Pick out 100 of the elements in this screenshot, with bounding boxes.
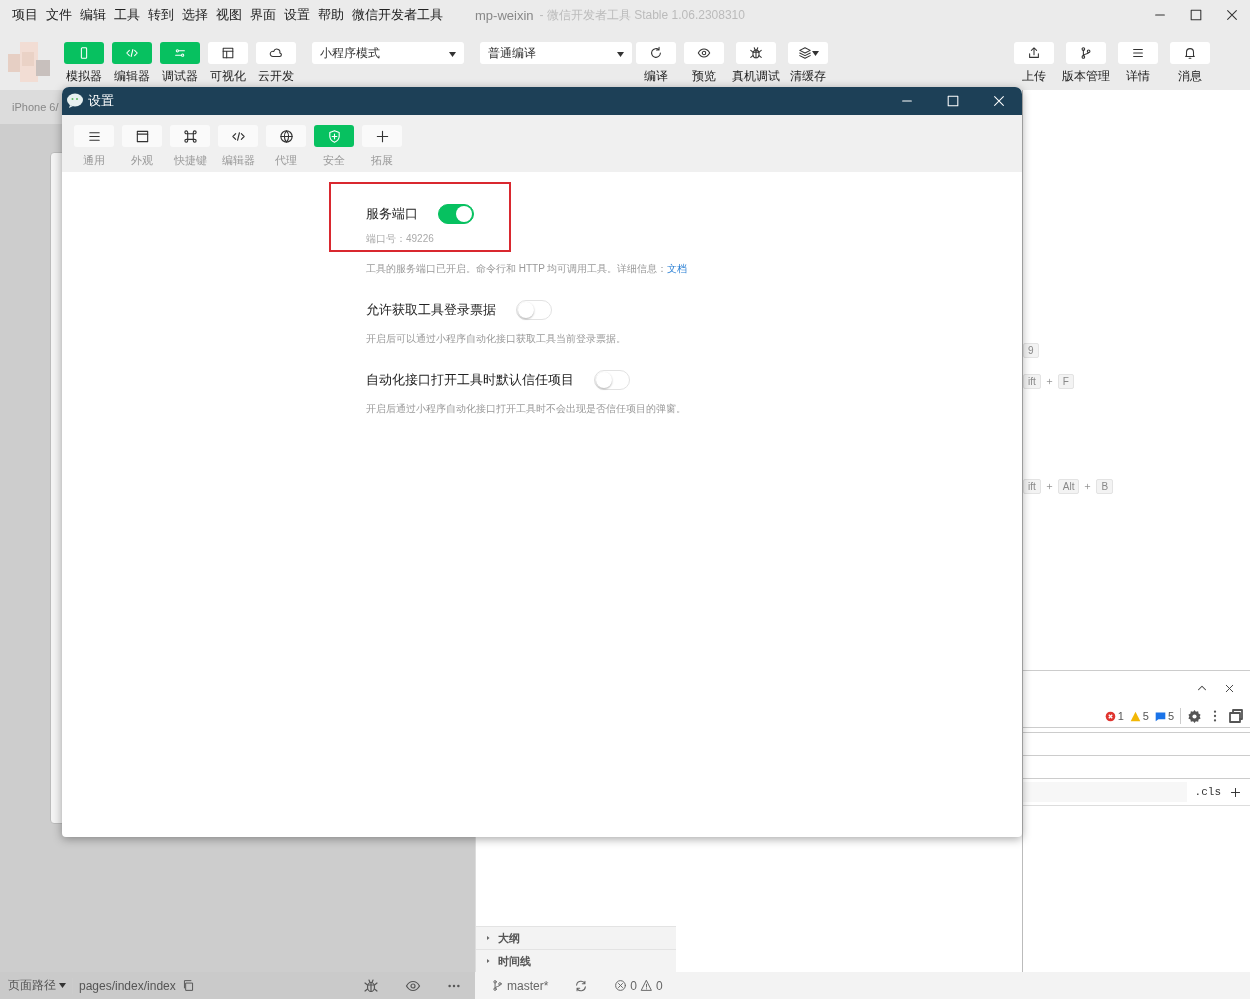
menu-item[interactable]: 帮助 bbox=[318, 6, 344, 24]
layout-toggle-button[interactable] bbox=[208, 42, 248, 64]
page-path: pages/index/index bbox=[79, 978, 176, 993]
close-icon bbox=[992, 94, 1006, 108]
bell-icon bbox=[1183, 46, 1197, 60]
branch-status[interactable]: master* bbox=[491, 978, 549, 993]
cloud-toggle-button[interactable] bbox=[256, 42, 296, 64]
sync-icon bbox=[574, 978, 589, 993]
menu-item[interactable]: 项目 bbox=[12, 6, 38, 24]
plus-icon bbox=[1044, 482, 1054, 491]
tool-label: 可视化 bbox=[210, 68, 246, 85]
window-icon bbox=[134, 128, 150, 144]
cls-toggle[interactable]: .cls bbox=[1194, 786, 1221, 798]
add-icon bbox=[1229, 785, 1242, 799]
maximize-icon bbox=[946, 94, 960, 108]
error-count[interactable]: 1 bbox=[1104, 710, 1124, 722]
maximize-icon bbox=[1189, 8, 1203, 22]
chat-bubble-icon bbox=[66, 93, 84, 109]
menu-item[interactable]: 界面 bbox=[250, 6, 276, 24]
command-icon bbox=[182, 128, 198, 144]
shortcut-key: ift bbox=[1023, 479, 1041, 494]
refresh-icon bbox=[649, 46, 663, 60]
option-label: 服务端口 bbox=[366, 205, 418, 223]
caret-icon bbox=[449, 52, 456, 57]
menu-item[interactable]: 选择 bbox=[182, 6, 208, 24]
problems-status[interactable]: 0 0 bbox=[614, 978, 663, 993]
panel-section-header[interactable]: 时间线 bbox=[476, 949, 676, 972]
warning-icon bbox=[640, 979, 654, 992]
bug-icon bbox=[363, 977, 379, 994]
tool-label: 云开发 bbox=[258, 68, 294, 85]
tool-label: 预览 bbox=[692, 68, 716, 85]
mode-select[interactable]: 小程序模式 bbox=[312, 42, 464, 64]
shortcut-key: B bbox=[1096, 479, 1114, 494]
upload-button[interactable] bbox=[1014, 42, 1054, 64]
sliders-icon bbox=[173, 46, 187, 60]
branch-icon bbox=[491, 979, 504, 992]
eye-icon bbox=[697, 46, 711, 60]
caret-icon bbox=[811, 50, 819, 56]
tool-label: 消息 bbox=[1178, 68, 1202, 85]
menu-item[interactable]: 编辑 bbox=[80, 6, 106, 24]
tool-label: 真机调试 bbox=[732, 68, 780, 85]
error-icon bbox=[1104, 710, 1116, 722]
warning-icon bbox=[1129, 710, 1141, 722]
docs-link[interactable]: 文档 bbox=[667, 263, 688, 274]
branch-button[interactable] bbox=[1066, 42, 1106, 64]
toggle-switch[interactable] bbox=[438, 204, 474, 224]
compile-select[interactable]: 普通编译 bbox=[480, 42, 632, 64]
option-description: 工具的服务端口已开启。命令行和 HTTP 均可调用工具。详细信息：文档 bbox=[366, 262, 689, 276]
warning-count[interactable]: 5 bbox=[1129, 710, 1149, 722]
menu-button[interactable] bbox=[1118, 42, 1158, 64]
shortcut-key: 9 bbox=[1023, 343, 1039, 358]
upload-icon bbox=[1027, 46, 1041, 60]
plus-icon bbox=[1044, 377, 1054, 386]
caret-right-icon bbox=[484, 934, 492, 942]
close-icon bbox=[1225, 8, 1239, 22]
menu-item[interactable]: 转到 bbox=[148, 6, 174, 24]
bell-button[interactable] bbox=[1170, 42, 1210, 64]
dialog-title: 设置 bbox=[88, 92, 114, 110]
layout-icon bbox=[221, 46, 235, 60]
tool-label: 上传 bbox=[1022, 68, 1046, 85]
layers-button[interactable] bbox=[788, 42, 828, 64]
settings-icon[interactable] bbox=[1187, 708, 1202, 724]
bug-button[interactable] bbox=[736, 42, 776, 64]
menu-item[interactable]: 微信开发者工具 bbox=[352, 6, 443, 24]
caret-icon bbox=[59, 983, 66, 988]
shield-icon bbox=[326, 128, 342, 144]
panel-section-header[interactable]: 大纲 bbox=[476, 926, 676, 949]
copy-icon bbox=[181, 979, 195, 992]
menu-item[interactable]: 视图 bbox=[216, 6, 242, 24]
filter-input[interactable] bbox=[1023, 782, 1187, 802]
shortcut-key: Alt bbox=[1057, 479, 1080, 494]
layers-icon bbox=[797, 46, 812, 60]
code-icon bbox=[125, 46, 139, 60]
tool-label: 编译 bbox=[644, 68, 668, 85]
branch-icon bbox=[1079, 46, 1093, 60]
caret-right-icon bbox=[484, 957, 492, 965]
tool-label: 调试器 bbox=[162, 68, 198, 85]
tool-label: 编辑器 bbox=[114, 68, 150, 85]
menu-item[interactable]: 工具 bbox=[114, 6, 140, 24]
info-count[interactable]: 5 bbox=[1154, 710, 1174, 722]
menu-icon bbox=[1131, 46, 1145, 60]
page-path-dropdown[interactable]: 页面路径 bbox=[8, 977, 66, 994]
option-label: 自动化接口打开工具时默认信任项目 bbox=[366, 371, 574, 389]
eye-button[interactable] bbox=[684, 42, 724, 64]
port-number: 端口号：49226 bbox=[366, 232, 435, 246]
plus-icon bbox=[1083, 482, 1093, 491]
error-icon bbox=[614, 979, 628, 992]
code-toggle-button[interactable] bbox=[112, 42, 152, 64]
dock-icon bbox=[1228, 708, 1244, 724]
refresh-button[interactable] bbox=[636, 42, 676, 64]
cloud-icon bbox=[269, 46, 283, 60]
sliders-toggle-button[interactable] bbox=[160, 42, 200, 64]
tool-label: 模拟器 bbox=[66, 68, 102, 85]
option-description: 开启后通过小程序自动化接口打开工具时不会出现是否信任项目的弹窗。 bbox=[366, 402, 687, 416]
globe-icon bbox=[278, 128, 294, 144]
menu-item[interactable]: 文件 bbox=[46, 6, 72, 24]
plus-icon bbox=[374, 128, 390, 144]
phone-toggle-button[interactable] bbox=[64, 42, 104, 64]
menu-item[interactable]: 设置 bbox=[284, 6, 310, 24]
option-description: 开启后可以通过小程序自动化接口获取工具当前登录票据。 bbox=[366, 332, 627, 346]
